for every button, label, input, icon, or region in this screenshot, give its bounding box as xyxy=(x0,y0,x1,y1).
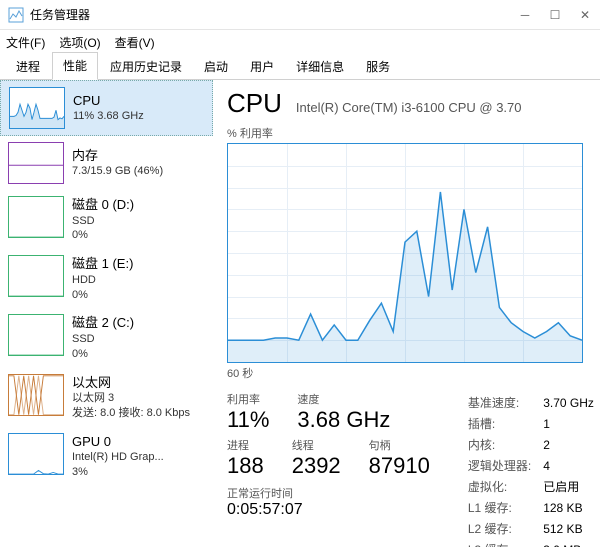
sidebar-item-title: 磁盘 2 (C:) xyxy=(72,314,134,332)
chart-ylabel: % 利用率 xyxy=(227,125,600,141)
sidebar-item-title: 磁盘 1 (E:) xyxy=(72,255,133,273)
stat-row: L2 缓存:512 KB xyxy=(468,519,594,538)
stat-value: 3.68 GHz xyxy=(297,407,390,433)
stat-label: 速度 xyxy=(297,391,390,407)
thumb-disk-d xyxy=(8,196,64,238)
sidebar-item-title: CPU xyxy=(73,92,144,110)
stat-row: 虚拟化:已启用 xyxy=(468,477,594,496)
thumb-disk-e xyxy=(8,255,64,297)
thumb-cpu xyxy=(9,87,65,129)
tabs: 进程性能应用历史记录启动用户详细信息服务 xyxy=(0,54,600,80)
stat-label: 线程 xyxy=(292,437,341,453)
thumb-disk-c xyxy=(8,314,64,356)
stat-row: L3 缓存:3.0 MB xyxy=(468,540,594,547)
stat-row: 内核:2 xyxy=(468,435,594,454)
stat-label: 句柄 xyxy=(369,437,430,453)
uptime-label: 正常运行时间 xyxy=(227,485,430,501)
tab-5[interactable]: 详细信息 xyxy=(286,54,354,80)
sidebar-item-sub: HDD xyxy=(72,273,133,288)
stats-table: 基准速度:3.70 GHz 插槽:1 内核:2 逻辑处理器:4 虚拟化:已启用 L1 缓存… xyxy=(466,391,596,547)
stat-value: 2392 xyxy=(292,453,341,479)
stat-label: 利用率 xyxy=(227,391,269,407)
stat-row: 逻辑处理器:4 xyxy=(468,456,594,475)
sidebar-item-sub: SSD xyxy=(72,332,134,347)
sidebar-item-sub: 以太网 3 xyxy=(72,391,190,406)
uptime-value: 0:05:57:07 xyxy=(227,501,430,519)
app-icon xyxy=(8,7,24,23)
sidebar-item-disk-e[interactable]: 磁盘 1 (E:)HDD0% xyxy=(0,249,213,308)
menu-file[interactable]: 文件(F) xyxy=(6,34,45,51)
tab-1[interactable]: 性能 xyxy=(52,52,98,80)
stat-value: 188 xyxy=(227,453,264,479)
thumb-gpu xyxy=(8,433,64,475)
main-panel: CPU Intel(R) Core(TM) i3-6100 CPU @ 3.70… xyxy=(213,80,600,547)
stat-row: L1 缓存:128 KB xyxy=(468,498,594,517)
sidebar-item-gpu[interactable]: GPU 0Intel(R) HD Grap...3% xyxy=(0,427,213,486)
window-title: 任务管理器 xyxy=(30,6,518,23)
tab-3[interactable]: 启动 xyxy=(194,54,238,80)
menu-options[interactable]: 选项(O) xyxy=(59,34,100,51)
sidebar: CPU11% 3.68 GHz内存7.3/15.9 GB (46%)磁盘 0 (… xyxy=(0,80,213,547)
titlebar: 任务管理器 ─ ☐ ✕ xyxy=(0,0,600,30)
tab-0[interactable]: 进程 xyxy=(6,54,50,80)
sidebar-item-sub: 7.3/15.9 GB (46%) xyxy=(72,164,163,179)
stat-value: 11% xyxy=(227,407,269,433)
stat-value: 87910 xyxy=(369,453,430,479)
main-title: CPU xyxy=(227,88,282,119)
menubar: 文件(F) 选项(O) 查看(V) xyxy=(0,30,600,54)
sidebar-item-title: 以太网 xyxy=(72,374,190,392)
sidebar-item-sub: Intel(R) HD Grap... xyxy=(72,450,164,465)
maximize-button[interactable]: ☐ xyxy=(548,8,562,22)
tab-4[interactable]: 用户 xyxy=(240,54,284,80)
thumb-eth xyxy=(8,374,64,416)
tab-6[interactable]: 服务 xyxy=(356,54,400,80)
thumb-mem xyxy=(8,142,64,184)
sidebar-item-title: GPU 0 xyxy=(72,433,164,451)
sidebar-item-mem[interactable]: 内存7.3/15.9 GB (46%) xyxy=(0,136,213,190)
tab-2[interactable]: 应用历史记录 xyxy=(100,54,192,80)
sidebar-item-sub: SSD xyxy=(72,214,134,229)
stat-row: 插槽:1 xyxy=(468,414,594,433)
menu-view[interactable]: 查看(V) xyxy=(115,34,155,51)
cpu-chart xyxy=(227,143,583,363)
sidebar-item-cpu[interactable]: CPU11% 3.68 GHz xyxy=(0,80,213,136)
sidebar-item-sub: 11% 3.68 GHz xyxy=(73,109,144,124)
close-button[interactable]: ✕ xyxy=(578,8,592,22)
sidebar-item-eth[interactable]: 以太网以太网 3发送: 8.0 接收: 8.0 Kbps xyxy=(0,368,213,427)
stat-row: 基准速度:3.70 GHz xyxy=(468,393,594,412)
sidebar-item-title: 内存 xyxy=(72,147,163,165)
stat-label: 进程 xyxy=(227,437,264,453)
sidebar-item-disk-d[interactable]: 磁盘 0 (D:)SSD0% xyxy=(0,190,213,249)
cpu-model: Intel(R) Core(TM) i3-6100 CPU @ 3.70 xyxy=(296,100,522,115)
chart-xlabel: 60 秒 xyxy=(227,365,600,381)
minimize-button[interactable]: ─ xyxy=(518,8,532,22)
sidebar-item-disk-c[interactable]: 磁盘 2 (C:)SSD0% xyxy=(0,308,213,367)
sidebar-item-title: 磁盘 0 (D:) xyxy=(72,196,134,214)
